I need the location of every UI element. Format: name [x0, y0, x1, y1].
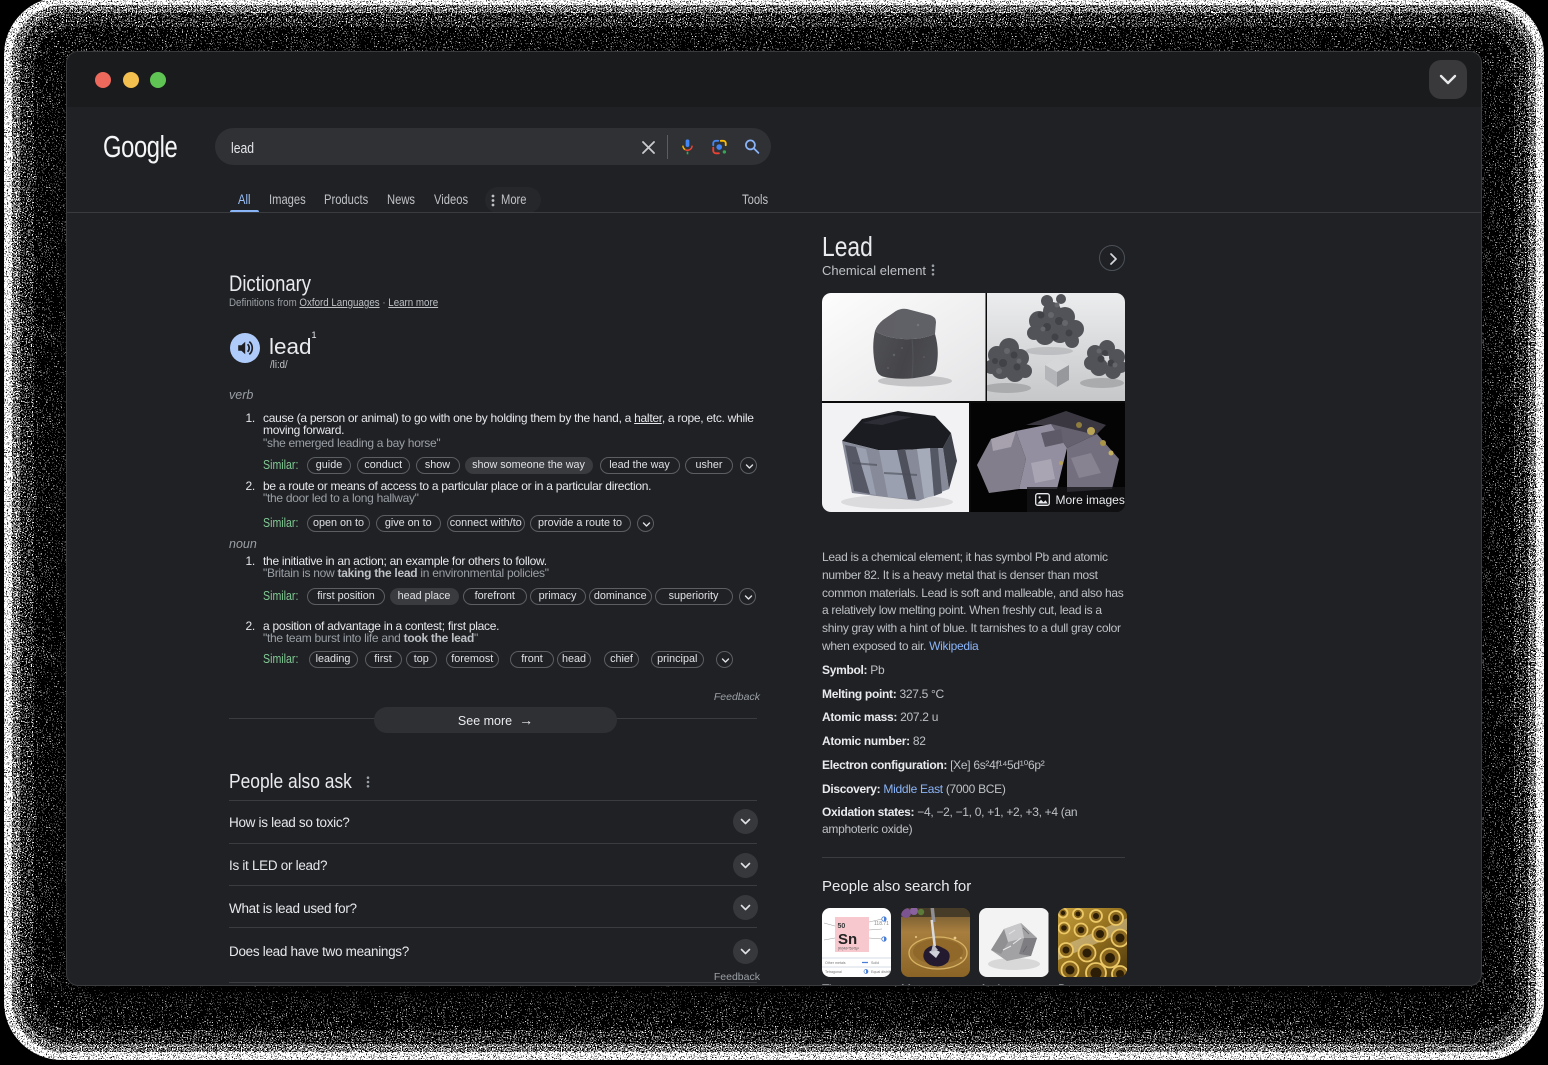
svg-text:118.71: 118.71 [874, 921, 889, 927]
svg-text:Equal distrib.: Equal distrib. [871, 970, 892, 974]
svg-text:Sn: Sn [838, 931, 857, 948]
svg-text:Other metals: Other metals [825, 961, 846, 965]
svg-text:50: 50 [837, 923, 845, 930]
svg-text:[Kr]4d¹⁰5s²5p²: [Kr]4d¹⁰5s²5p² [838, 947, 860, 951]
svg-text:Solid: Solid [871, 961, 879, 965]
svg-text:Tetragonal: Tetragonal [825, 970, 842, 974]
